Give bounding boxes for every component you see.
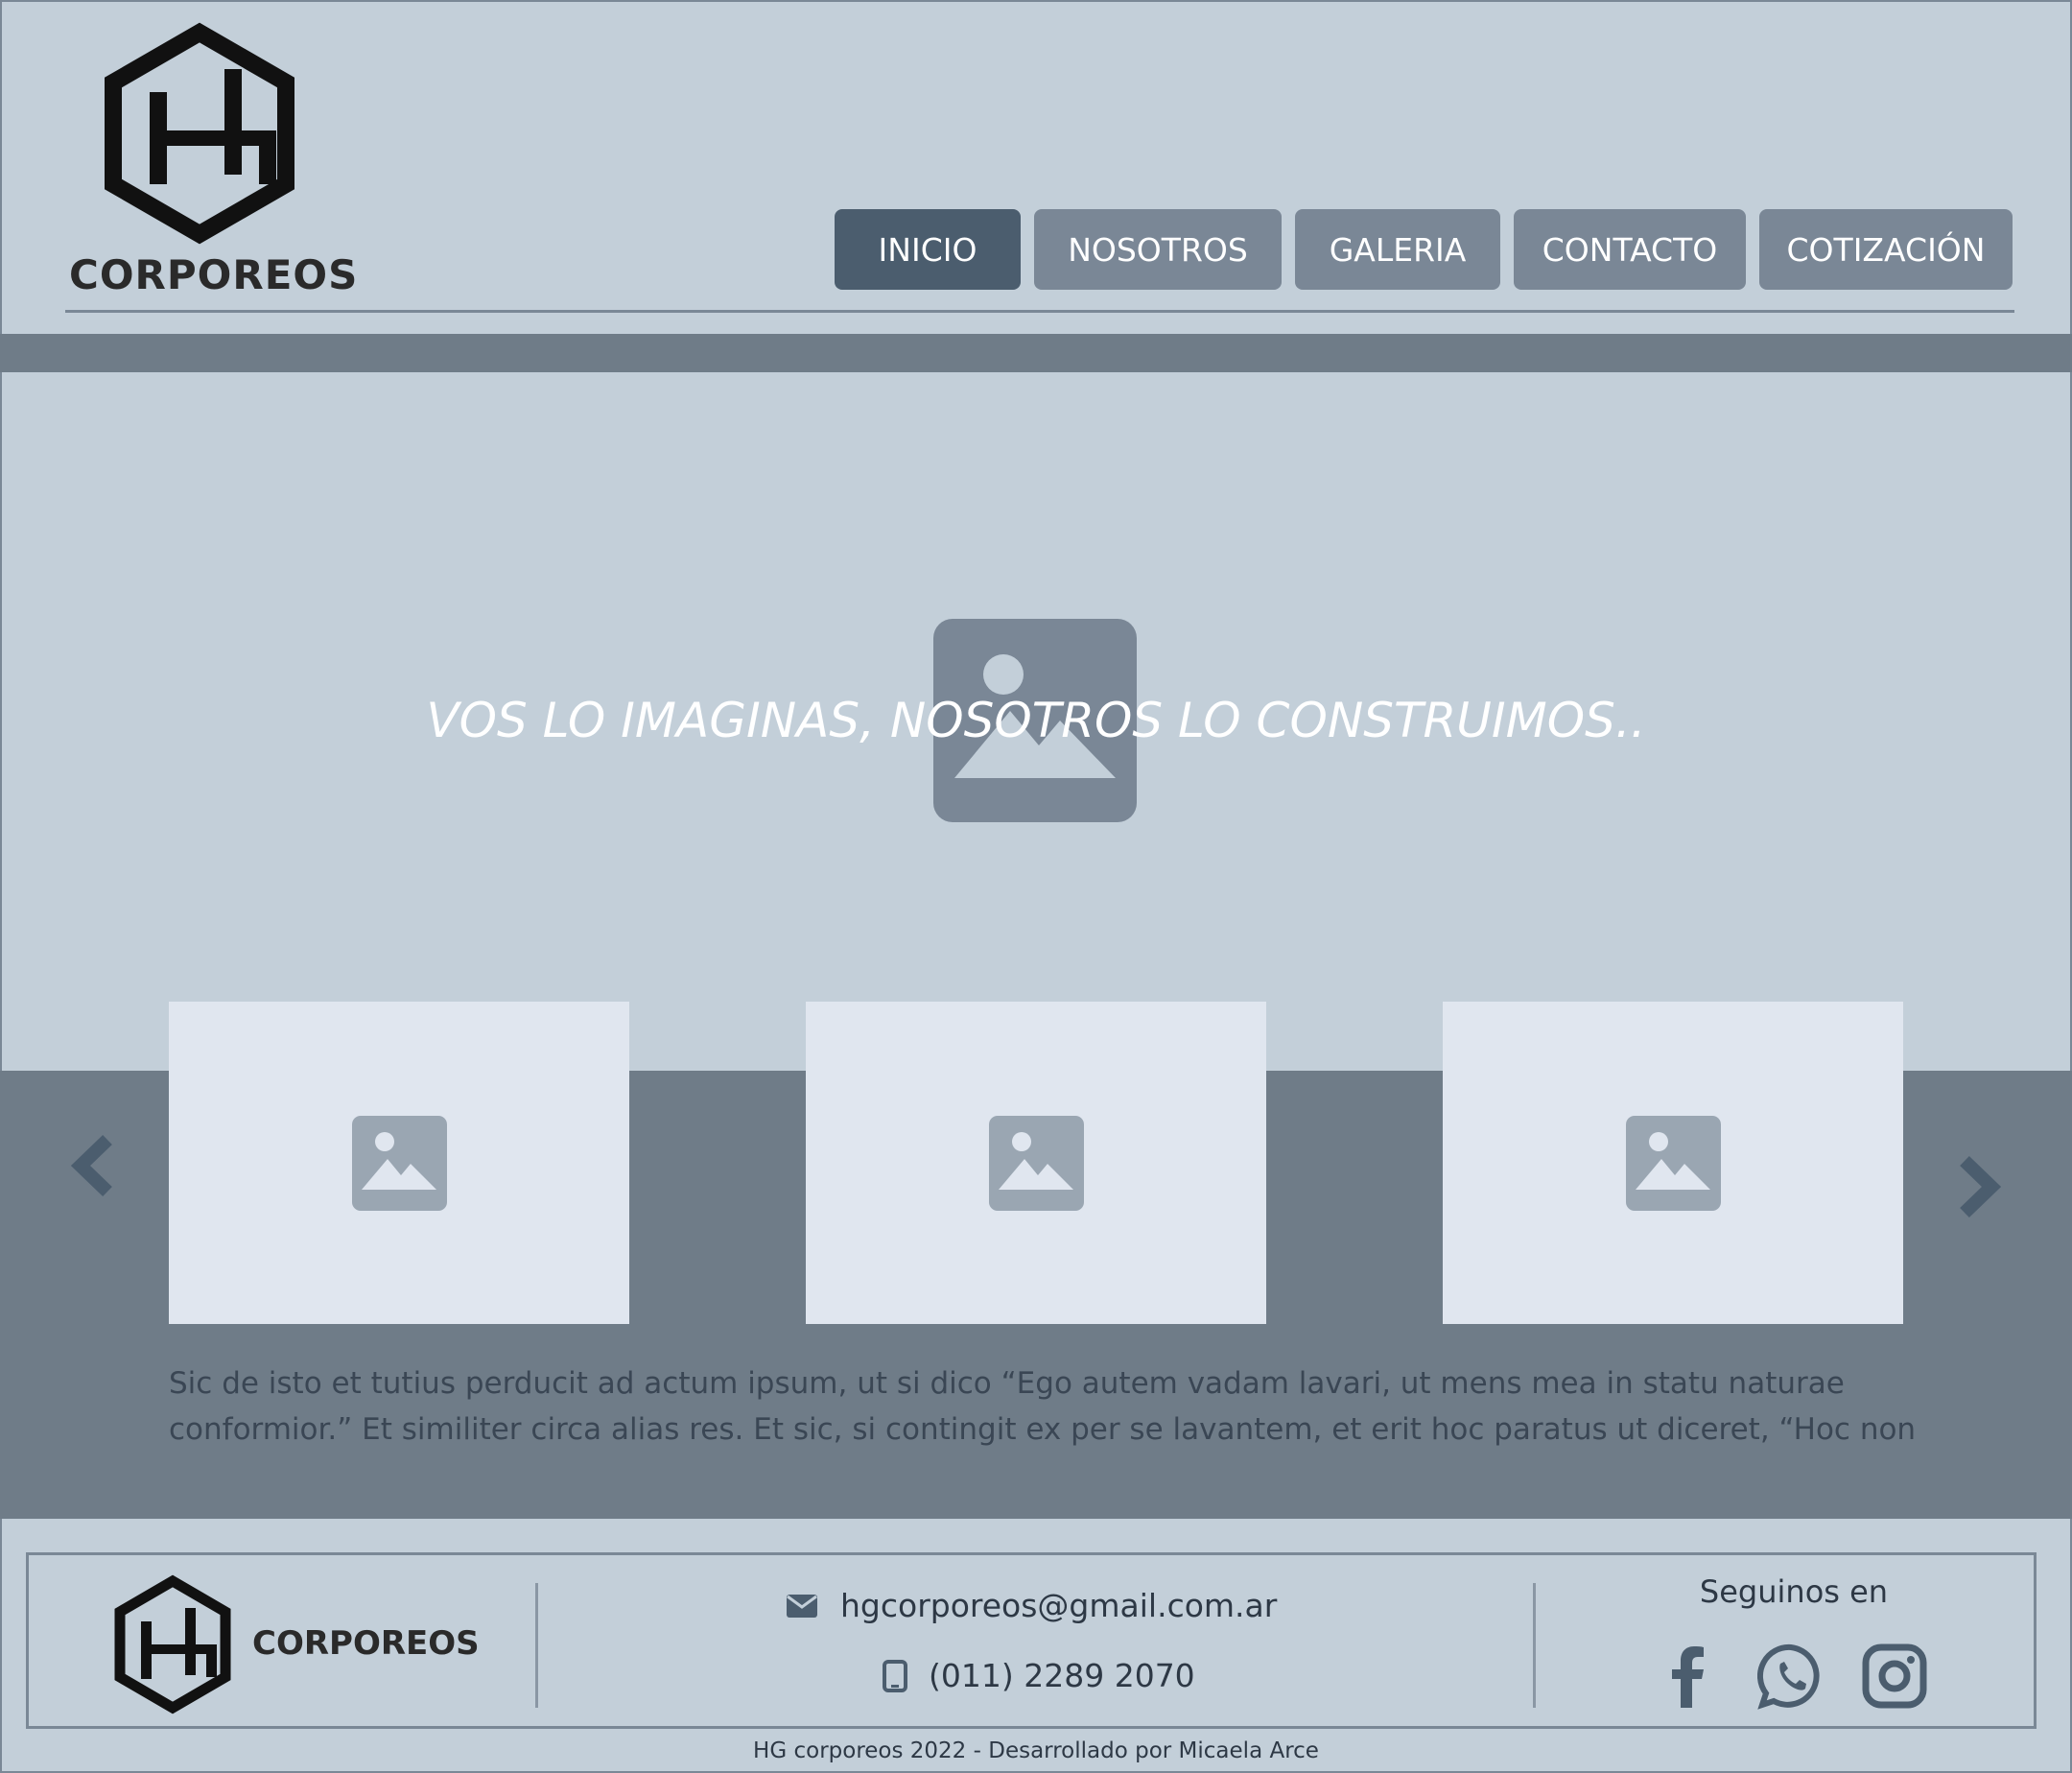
nav-inicio[interactable]: INICIO: [835, 209, 1021, 290]
header-band: [0, 334, 2072, 372]
carousel-card[interactable]: [806, 1002, 1266, 1324]
nav-nosotros[interactable]: NOSOTROS: [1034, 209, 1282, 290]
header-divider: [65, 310, 2014, 313]
whatsapp-icon[interactable]: [1757, 1643, 1825, 1710]
image-placeholder-icon: [1626, 1116, 1721, 1211]
footer-credits: HG corporeos 2022 - Desarrollado por Mic…: [753, 1738, 1319, 1763]
nav-cotizacion[interactable]: COTIZACIÓN: [1759, 209, 2013, 290]
social-title: Seguinos en: [1699, 1573, 1889, 1610]
phone-row: (011) 2289 2070: [883, 1657, 1195, 1694]
carousel-card[interactable]: [169, 1002, 629, 1324]
footer-brand-wordmark: CORPOREOS: [252, 1624, 480, 1663]
carousel-prev-icon[interactable]: [63, 1132, 121, 1199]
hero-tagline: VOS LO IMAGINAS, NOSOTROS LO CONSTRUIMOS…: [426, 693, 1646, 748]
phone-icon: [883, 1659, 907, 1692]
facebook-icon[interactable]: [1656, 1643, 1723, 1710]
carousel-card[interactable]: [1443, 1002, 1903, 1324]
nav-galeria[interactable]: GALERIA: [1295, 209, 1500, 290]
footer-divider: [1533, 1583, 1536, 1708]
envelope-icon: [787, 1594, 817, 1618]
footer-divider: [535, 1583, 538, 1708]
instagram-icon[interactable]: [1861, 1643, 1928, 1710]
footer-phone[interactable]: (011) 2289 2070: [929, 1657, 1195, 1694]
nav-contacto[interactable]: CONTACTO: [1514, 209, 1746, 290]
carousel-description: Sic de isto et tutius perducit ad actum …: [169, 1366, 1917, 1447]
carousel-next-icon[interactable]: [1951, 1153, 2009, 1220]
footer-email[interactable]: hgcorporeos@gmail.com.ar: [840, 1587, 1277, 1624]
footer-hg-logo[interactable]: [110, 1572, 235, 1720]
image-placeholder-icon: [989, 1116, 1084, 1211]
image-placeholder-icon: [352, 1116, 447, 1211]
brand-wordmark: CORPOREOS: [69, 251, 359, 298]
email-row: hgcorporeos@gmail.com.ar: [785, 1587, 1277, 1624]
